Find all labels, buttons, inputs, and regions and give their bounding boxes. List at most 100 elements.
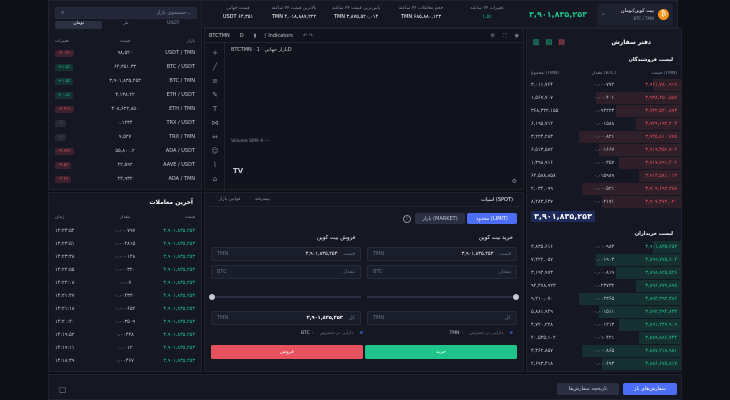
- ask-row[interactable]: ۱,۳۹۸,۹۱۶ ۰.۰۰۰۳۵۷ ۳,۹۱۷,۸۹۱,۴۰۲: [527, 157, 681, 169]
- buy-slider-handle[interactable]: [513, 294, 519, 300]
- market-row[interactable]: -۲.۸۹٪ ۵۵,۸۰۰.۲ ADA / USDT: [49, 145, 201, 157]
- book-amount: ۰.۰۰۰۹۸۳: [593, 244, 615, 250]
- asks-list: ۳,۰۱۱,۷۶۴ ۰.۰۰۰۷۷۲ ۳,۹۶۱,۷۸۰,۹۱۹ ۱,۵۶۷,۷۰۷ ۰…: [527, 79, 681, 209]
- bid-row[interactable]: ۹,۲۱۰,۰۷۰ ۰.۰۰۲۳۶۵ ۳,۸۹۴,۳۹۲,۳۸۶: [527, 293, 681, 305]
- bid-row[interactable]: ۴,۷۲۰,۲۲۸ ۰.۰۰۱۲۱۳ ۳,۸۹۱,۲۴۷,۹۰۹: [527, 319, 681, 331]
- market-row[interactable]: +۱.۵٪ ۳,۹۰۱,۸۳۵,۲۵۳ BTC / TMN: [49, 75, 201, 87]
- ask-row[interactable]: ۶۲,۵۸۸,۸۵۸ ۰.۰۱۵۹۸۹ ۳,۹۱۴,۵۸۱,۰۱۳: [527, 170, 681, 182]
- ask-row[interactable]: ۳,۲۲۴,۲۸۳ ۰.۰۰۰۸۲۱ ۳,۹۲۵,۸۱۰,۷۷۵: [527, 131, 681, 143]
- measure-icon[interactable]: ⇔: [211, 133, 219, 141]
- fullscreen-icon[interactable]: ⛶: [503, 33, 507, 39]
- market-row[interactable]: ۰٪ ۰.۱۲۳۴ TRX / USDT: [49, 117, 201, 129]
- sell-price-input[interactable]: TMN ۳,۹۰۱,۸۳۵,۲۵۳ قیمت: [211, 247, 361, 261]
- tab-spot[interactable]: اسپات (SPOT): [481, 197, 513, 203]
- ruler-icon[interactable]: ⌇: [211, 161, 219, 169]
- book-amount: ۰.۰۰۰۴۰۱: [593, 95, 615, 101]
- buy-amount-input[interactable]: BTC مقدار: [367, 265, 517, 279]
- bid-row[interactable]: ۳,۳۶۲,۸۵۷ ۰.۰۰۰۸۶۵ ۳,۸۸۷,۲۱۸,۹۸۱: [527, 345, 681, 357]
- bid-row[interactable]: ۵,۸۸۱,۹۴۹ ۰.۰۰۱۵۱۱ ۳,۸۹۲,۴۹۴,۸۳۳: [527, 306, 681, 318]
- book-price: ۳,۸۸۹,۸۸۶,۷۳۴: [645, 335, 678, 341]
- book-amount: ۰.۰۱۰۴۲۱: [593, 335, 615, 341]
- volume-stat: حجم معاملات ۲۴ ساعته TMN ۶۸۵,۸۸۰,۱۲۳: [398, 6, 444, 20]
- trade-amount: ۰.۰۰۴۶۷: [116, 358, 134, 364]
- market-row[interactable]: +۰.۸٪ ۳,۱۳۸.۲۲ ETH / USDT: [49, 89, 201, 101]
- sell-balance: BTC ۰ دارایی در دسترس ⊕: [301, 331, 364, 336]
- buy-price-input[interactable]: TMN ۳,۹۰۱,۸۳۵,۲۵۳ قیمت: [367, 247, 517, 261]
- market-row[interactable]: -۲.۰۴٪ ۹۸,۵۲۰ USDT / TMN: [49, 47, 201, 59]
- bid-row[interactable]: ۴۰,۵۳۵,۱۰۲ ۰.۰۱۰۴۲۱ ۳,۸۸۹,۸۸۶,۷۳۴: [527, 332, 681, 344]
- market-row[interactable]: -۲.۹۱٪ ۳۰۸,۶۲۲,۸۵۰ ETH / TMN: [49, 103, 201, 115]
- text-icon[interactable]: T: [211, 105, 219, 113]
- asks-only-icon[interactable]: ▤: [558, 38, 565, 46]
- sell-button[interactable]: فروش: [211, 345, 363, 359]
- open-orders-button[interactable]: سفارش‌های باز: [623, 383, 677, 395]
- market-row[interactable]: ۰٪ ۷,۵۲۷ TRX / TMN: [49, 131, 201, 143]
- market-row[interactable]: -۳.۳٪ ۲۳,۹۳۲ ADA / TMN: [49, 173, 201, 185]
- brush-icon[interactable]: ✎: [211, 91, 219, 99]
- undo-icon[interactable]: ↶ ↷: [303, 33, 313, 39]
- buy-slider[interactable]: [367, 294, 519, 300]
- indicators-button[interactable]: Indicators: [268, 33, 293, 39]
- ask-row[interactable]: ۸,۴۸۳,۶۳۷ ۰.۰۰۲۱۷۱ ۳,۹۰۷,۳۷۲,۰۲۰: [527, 196, 681, 208]
- candles-icon[interactable]: ▮: [254, 33, 257, 39]
- chart-settings-icon[interactable]: ⚙: [512, 178, 517, 185]
- bid-row[interactable]: ۷,۴۲۲,۰۵۷ ۰.۰۰۱۹۰۳ ۳,۸۹۹,۷۷۵,۶۰۴: [527, 254, 681, 266]
- plus-icon[interactable]: ⊕: [509, 331, 513, 336]
- info-icon[interactable]: i: [403, 215, 411, 223]
- book-total: ۳,۱۹۴,۹۷۳: [531, 270, 553, 276]
- bottom-bar: سفارش‌های باز تاریخچه سفارش‌ها ▢: [48, 374, 682, 400]
- ask-row[interactable]: ۳۶۸,۳۲۲,۱۵۵ ۰.۰۹۴۲۲۳ ۳,۹۳۲,۵۳۰,۸۹۳: [527, 105, 681, 117]
- layout-icons[interactable]: ▥ ▤ ▤: [533, 38, 565, 46]
- chart-interval[interactable]: D: [240, 33, 244, 39]
- market-order-button[interactable]: بازار (MARKET): [415, 213, 465, 224]
- pair-selector[interactable]: ₿ بیت کوین/تومان BTC / TMN ⌄: [597, 4, 673, 26]
- ask-row[interactable]: ۲,۰۳۴,۰۹۹ ۰.۰۰۰۵۲۱ ۳,۹۰۹,۶۹۲,۳۸۸: [527, 183, 681, 195]
- bid-row[interactable]: ۲,۶۹۳,۴۱۸ ۰.۰۰۰۶۹۳ ۳,۸۸۶,۶۷۵,۸۱۷: [527, 358, 681, 370]
- bid-row[interactable]: ۳,۸۳۵,۶۱۶ ۰.۰۰۰۹۸۳ ۳,۹۰۱,۸۳۵,۲۵۳: [527, 241, 681, 253]
- market-price: ۷,۵۲۷: [118, 134, 132, 140]
- sell-amount-input[interactable]: BTC مقدار: [211, 265, 361, 279]
- plus-icon[interactable]: ⊕: [359, 331, 363, 336]
- book-price: ۳,۹۶۱,۷۸۰,۹۱۹: [645, 82, 678, 88]
- book-price: ۳,۹۰۷,۳۷۲,۰۲۰: [645, 199, 678, 205]
- sell-slider-handle[interactable]: [209, 294, 215, 300]
- chart-symbol[interactable]: BTCTMN: [209, 33, 230, 39]
- market-row[interactable]: +۱.۵٪ ۶۴,۳۵۱.۳۳ BTC / USDT: [49, 61, 201, 73]
- magnet-icon[interactable]: ⌂: [211, 175, 219, 183]
- sell-total-input[interactable]: TMN ۳,۹۰۱,۸۳۵,۲۵۳ کل: [211, 311, 361, 325]
- market-row[interactable]: -۴.۵٪ ۲۲,۵۹۲ AAVE / USDT: [49, 159, 201, 171]
- tab-toman[interactable]: تومان: [55, 21, 103, 29]
- book-amount: ۰.۰۰۰۷۷۲: [593, 82, 615, 88]
- tab-rules[interactable]: قوانین بازار: [219, 197, 240, 202]
- buy-total-input[interactable]: TMN کل: [367, 311, 517, 325]
- fib-icon[interactable]: ≡: [211, 77, 219, 85]
- tab-tether[interactable]: تتر: [102, 21, 149, 29]
- ask-row[interactable]: ۶,۱۹۵,۷۱۲ ۰.۰۰۱۵۸۸ ۳,۹۲۹,۱۹۴,۲۰۳: [527, 118, 681, 130]
- market-price: ۳,۹۰۱,۸۳۵,۲۵۳: [109, 78, 141, 84]
- camera-icon[interactable]: ◉: [515, 33, 519, 39]
- ask-row[interactable]: ۳,۰۱۱,۷۶۴ ۰.۰۰۰۷۷۲ ۳,۹۶۱,۷۸۰,۹۱۹: [527, 79, 681, 91]
- trade-time: ۱۴:۱۹:۵۲: [55, 332, 75, 338]
- tab-usdt[interactable]: USDT: [150, 21, 197, 29]
- bid-row[interactable]: ۳,۱۹۴,۹۷۳ ۰.۰۰۰۸۱۹ ۳,۸۹۸,۸۲۵,۵۲۶: [527, 267, 681, 279]
- book-amount: ۰.۰۰۱۵۱۱: [593, 309, 615, 315]
- ask-row[interactable]: ۱,۵۶۷,۷۰۷ ۰.۰۰۰۴۰۱ ۳,۹۳۸,۲۵۰,۵۸۷: [527, 92, 681, 104]
- buy-button[interactable]: خرید: [365, 345, 517, 359]
- both-sides-icon[interactable]: ▥: [533, 38, 540, 46]
- pattern-icon[interactable]: ⋈: [211, 119, 219, 127]
- orderbook-header: مجموع (TMN) مقدار (BTC) قیمت (TMN): [531, 71, 678, 76]
- crosshair-icon[interactable]: +: [211, 49, 219, 57]
- settings-icon[interactable]: ⚙: [491, 33, 495, 39]
- ask-row[interactable]: ۶,۵۱۳,۵۸۲ ۰.۰۰۱۶۶۷ ۳,۹۱۹,۳۵۶,۷۰۴: [527, 144, 681, 156]
- clipboard-icon[interactable]: ▢: [59, 385, 67, 394]
- order-history-button[interactable]: تاریخچه سفارش‌ها: [557, 383, 619, 395]
- bid-row[interactable]: ۹۲,۴۷۸,۹۲۳ ۰.۰۲۳۷۳۲ ۳,۸۹۶,۷۷۹,۸۹۸: [527, 280, 681, 292]
- trendline-icon[interactable]: ╱: [211, 63, 219, 71]
- sell-slider[interactable]: [209, 294, 361, 300]
- book-price: ۳,۹۳۸,۲۵۰,۵۸۷: [645, 95, 678, 101]
- search-input[interactable]: ⌕ جستجوی بازار...: [55, 7, 197, 19]
- bids-only-icon[interactable]: ▤: [546, 38, 553, 46]
- limit-order-button[interactable]: محدود (LIMIT): [467, 213, 517, 224]
- emoji-icon[interactable]: ☺: [211, 147, 219, 155]
- tab-advanced[interactable]: پیشرفته: [255, 197, 270, 202]
